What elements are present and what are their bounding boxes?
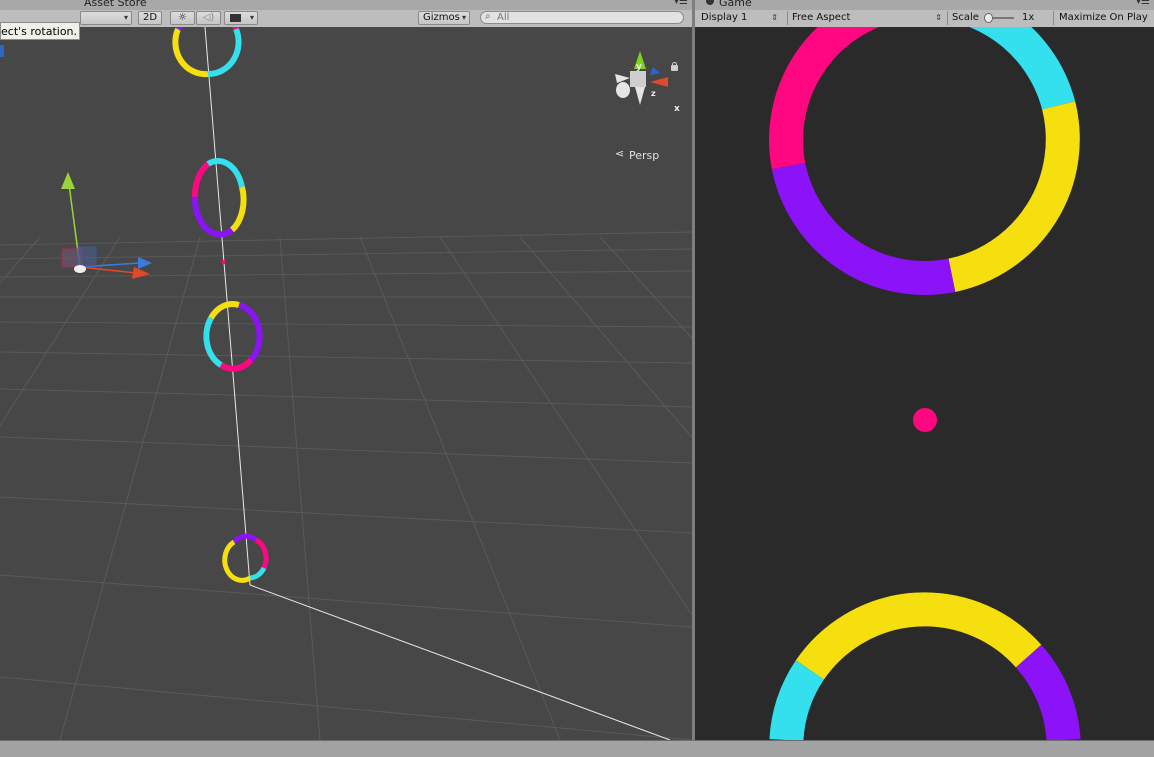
aspect-dropdown[interactable]: Free Aspect ⇕ [787,11,945,25]
scene-ring-2[interactable] [191,158,247,238]
selection-indicator [0,45,4,57]
move-tool-gizmo[interactable] [61,172,152,279]
game-tab-bar [695,0,1154,10]
chevron-down-icon: ▾ [461,13,466,22]
display-dropdown[interactable]: Display 1 ⇕ [701,11,781,25]
image-icon [230,14,241,22]
scene-grid [0,231,692,740]
2d-toggle-button[interactable]: 2D [138,11,162,25]
gizmos-dropdown[interactable]: Gizmos ▾ [418,11,470,25]
asset-store-tab[interactable]: Asset Store [84,0,147,9]
scene-ring-3[interactable] [203,300,263,372]
y-axis-arrow-icon[interactable] [61,172,75,189]
chevron-updown-icon: ⇕ [935,13,942,22]
gizmo-z-label: z [651,89,656,98]
speaker-icon: ◁) [202,12,215,23]
scene-ring-4[interactable] [222,533,269,583]
scene-viewport[interactable]: y x z ⋖ Persp [0,27,692,740]
chevron-updown-icon: ⇕ [771,13,778,22]
status-bar [0,740,1154,757]
scene-canvas [0,27,692,740]
scene-panel-menu-icon[interactable]: ▾☰ [674,0,688,7]
scene-ball[interactable] [222,260,225,264]
projection-label[interactable]: Persp [629,149,659,162]
search-icon: ⌕ [485,11,491,22]
chevron-down-icon: ▾ [123,13,128,22]
scale-slider-handle[interactable] [984,13,993,23]
game-tab[interactable]: Game [719,0,752,9]
maximize-on-play-toggle[interactable]: Maximize On Play [1053,11,1154,25]
perspective-icon: ⋖ [615,147,625,160]
x-axis-arrow-icon[interactable] [132,267,150,279]
game-ring-bottom[interactable] [769,592,1081,740]
game-panel-menu-icon[interactable]: ▾☰ [1136,0,1150,7]
shading-mode-dropdown[interactable]: ▾ [80,11,132,25]
scale-control: Scale 1x [947,11,1047,25]
lock-icon[interactable] [671,65,678,71]
chevron-down-icon: ▾ [249,13,254,22]
audio-toggle-button[interactable]: ◁) [196,11,221,25]
path-line-ground [249,584,671,740]
lighting-toggle-button[interactable]: ☼ [170,11,195,25]
scale-label: Scale [952,12,979,23]
z-axis-arrow-icon[interactable] [138,257,152,269]
orientation-gizmo[interactable] [615,51,668,105]
gizmo-y-label: y [636,62,642,72]
scene-toolbar: ▾ 2D ☼ ◁) ▾ Gizmos ▾ All ⌕ [0,10,692,28]
gizmo-x-label: x [674,104,680,114]
hierarchy-search-input[interactable]: All [480,11,684,24]
game-canvas [769,27,1081,740]
aspect-label: Free Aspect [792,12,851,23]
game-ring-top[interactable] [769,27,1080,295]
game-viewport[interactable] [695,27,1154,740]
scale-value: 1x [1022,12,1035,23]
gizmos-label: Gizmos [423,12,460,23]
tooltip: ect's rotation. [0,22,80,40]
display-label: Display 1 [701,12,748,23]
effects-dropdown[interactable]: ▾ [224,11,258,25]
sun-icon: ☼ [178,12,187,23]
game-ball[interactable] [913,408,937,432]
game-toolbar: Display 1 ⇕ Free Aspect ⇕ Scale 1x Maxim… [695,10,1154,28]
